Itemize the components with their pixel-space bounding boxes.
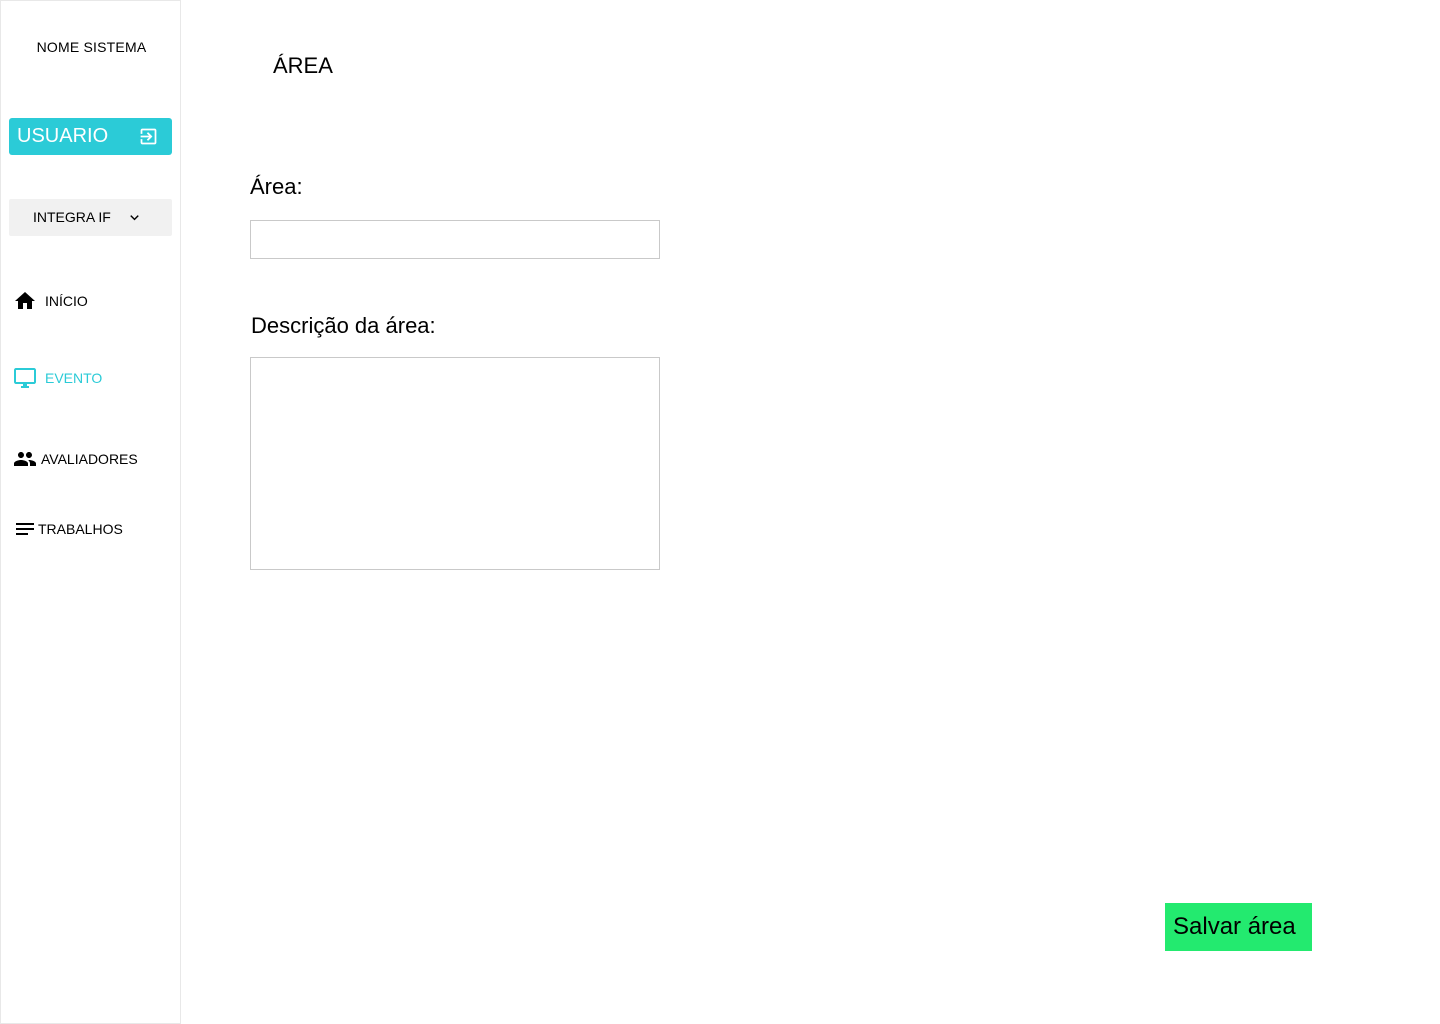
sidebar-item-evento[interactable]: EVENTO	[13, 365, 102, 391]
home-icon	[15, 292, 35, 309]
sidebar-item-avaliadores[interactable]: AVALIADORES	[13, 446, 138, 472]
sidebar-item-trabalhos[interactable]: TRABALHOS	[13, 516, 123, 542]
sidebar-item-label: INÍCIO	[45, 293, 88, 309]
logout-icon	[140, 128, 157, 145]
monitor-icon	[14, 368, 36, 388]
sidebar-item-label: EVENTO	[45, 370, 103, 386]
description-field-label: Descrição da área:	[251, 313, 436, 338]
event-select-value: INTEGRA IF	[33, 209, 111, 225]
sidebar: NOME SISTEMA USUARIO INTEGRA IF INÍCIO E…	[0, 0, 181, 1024]
page-title: ÁREA	[273, 53, 333, 78]
event-select[interactable]: INTEGRA IF	[9, 199, 172, 236]
user-button-label: USUARIO	[17, 125, 109, 147]
chevron-down-icon	[130, 215, 139, 221]
sidebar-item-label: AVALIADORES	[41, 451, 138, 467]
list-icon	[16, 523, 34, 535]
sidebar-item-label: TRABALHOS	[38, 521, 123, 537]
description-textarea[interactable]	[250, 357, 660, 570]
user-button[interactable]: USUARIO	[9, 118, 172, 155]
area-input[interactable]	[250, 220, 660, 259]
people-icon	[14, 452, 36, 466]
save-area-button[interactable]: Salvar área	[1165, 903, 1312, 951]
area-field-label: Área:	[250, 174, 303, 199]
sidebar-item-inicio[interactable]: INÍCIO	[13, 288, 88, 314]
system-name: NOME SISTEMA	[36, 39, 147, 55]
